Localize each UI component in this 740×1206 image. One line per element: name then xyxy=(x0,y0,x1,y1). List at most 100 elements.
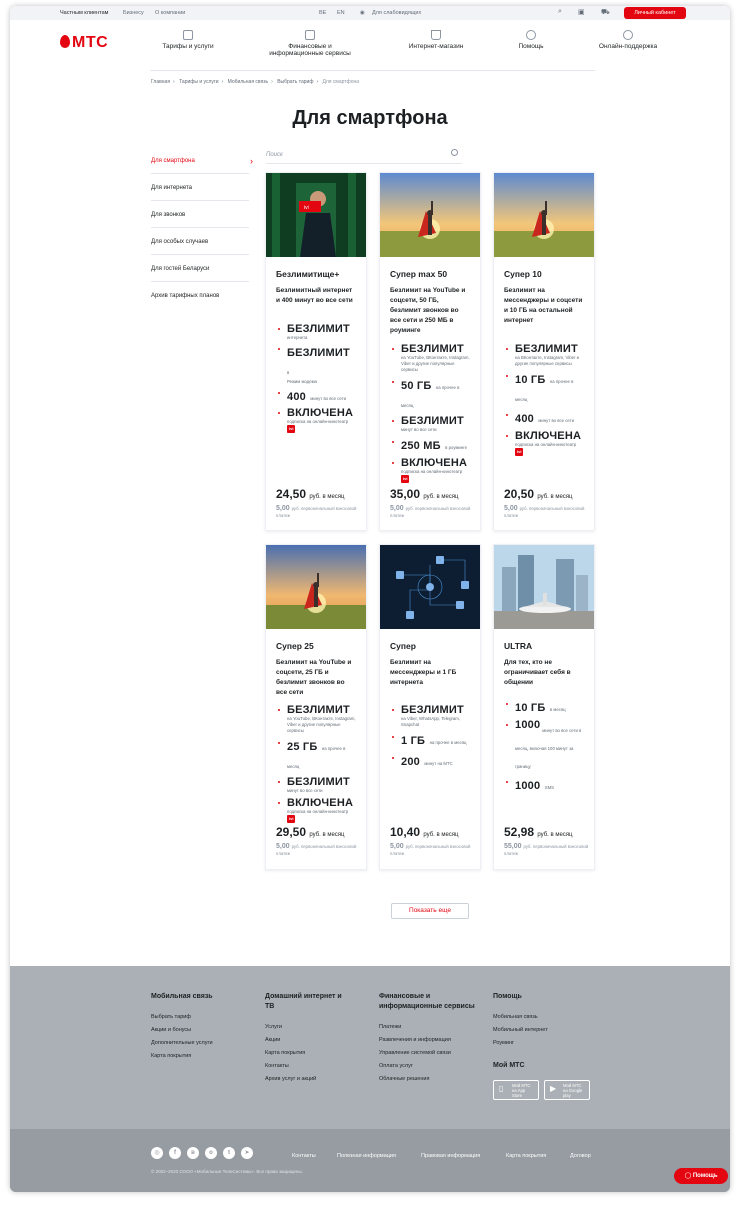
crumb-current: Для смартфона xyxy=(322,79,360,85)
telegram-icon[interactable]: ➤ xyxy=(241,1147,253,1159)
about-link[interactable]: О компании xyxy=(155,10,185,16)
feature: БЕЗЛИМИТ минут во все сети xyxy=(392,415,470,433)
crumb[interactable]: Тарифы и услуги xyxy=(179,79,218,85)
footer-link[interactable]: Акции и бонусы xyxy=(151,1027,231,1034)
footer-link[interactable]: Роуминг xyxy=(493,1040,593,1047)
nav-label: Интернет-магазин xyxy=(408,43,464,50)
play-icon: ▶ xyxy=(550,1084,557,1093)
cart-icon[interactable]: ⛟ xyxy=(601,8,610,17)
personal-cabinet-button[interactable]: Личный кабинет xyxy=(624,7,686,19)
feature: 400 минут во все сети xyxy=(506,409,584,427)
feature: ВКЛЮЧЕНА подписка на онлайн-кинотеатр ivi xyxy=(278,407,356,433)
feature: 250 МБ в роуминге xyxy=(392,436,470,454)
nav-label: Помощь xyxy=(518,43,544,50)
twitter-icon[interactable]: t xyxy=(223,1147,235,1159)
odnoklassniki-icon[interactable]: о xyxy=(205,1147,217,1159)
vk-icon[interactable]: в xyxy=(187,1147,199,1159)
sidebar-item-guests[interactable]: Для гостей Беларуси xyxy=(151,266,249,282)
footer-link-useful[interactable]: Полезная информация xyxy=(337,1153,396,1159)
ivi-logo: ivi xyxy=(287,425,296,433)
search-input[interactable]: Поиск xyxy=(266,146,462,164)
tariff-card[interactable]: Супер 10 Безлимит на мессенджеры и соцсе… xyxy=(493,172,595,531)
copyright: © 2002–2020 СООО «Мобильные ТелеСистемы»… xyxy=(151,1169,303,1174)
tariff-description: Безлимит на YouTube и соцсети, 50 ГБ, бе… xyxy=(390,287,466,334)
app-store-button[interactable]: ▯ Мой МТС на App Store xyxy=(493,1080,539,1100)
footer-link[interactable]: Управление системой связи xyxy=(379,1050,475,1057)
sidebar-item-internet[interactable]: Для интернета xyxy=(151,185,249,201)
lang-be[interactable]: BE xyxy=(319,10,326,16)
nav-finance[interactable]: Финансовые и информационные сервисы xyxy=(265,30,355,57)
footer-link-contract[interactable]: Договор xyxy=(570,1153,591,1159)
footer-link-legal[interactable]: Правовая информация xyxy=(421,1153,480,1159)
wallet-icon[interactable]: ▣ xyxy=(578,8,585,16)
sidebar-item-smartphone[interactable]: Для смартфона › xyxy=(151,156,253,174)
sidebar-item-special[interactable]: Для особых случаев xyxy=(151,239,249,255)
footer-link[interactable]: Контакты xyxy=(265,1063,345,1070)
lang-en[interactable]: EN xyxy=(337,10,345,16)
tariff-description: Для тех, кто не ограничивает себя в обще… xyxy=(504,659,571,686)
document-icon xyxy=(305,30,315,40)
footer-heading: Домашний интернет и ТВ xyxy=(265,993,342,1010)
footer-link[interactable]: Карта покрытия xyxy=(151,1053,231,1060)
footer-link-coverage[interactable]: Карта покрытия xyxy=(506,1153,546,1159)
tariff-initial-fee: 5,00 руб. первоначальный взносовой плате… xyxy=(276,505,357,518)
crumb[interactable]: Главная xyxy=(151,79,170,85)
facebook-icon[interactable]: f xyxy=(169,1147,181,1159)
footer-heading: Финансовые и информационные сервисы xyxy=(379,993,475,1010)
search-icon[interactable] xyxy=(451,149,458,156)
nav-tariffs[interactable]: Тарифы и услуги xyxy=(158,30,218,50)
footer-link[interactable]: Мобильный интернет xyxy=(493,1027,593,1034)
footer-link[interactable]: Платежи xyxy=(379,1024,475,1031)
tariff-card[interactable]: Супер max 50 Безлимит на YouTube и соцсе… xyxy=(379,172,481,531)
accessibility-link[interactable]: Для слабовидящих xyxy=(372,10,421,16)
tariff-initial-fee: 5,00 руб. первоначальный взносовой плате… xyxy=(504,505,585,518)
google-play-button[interactable]: ▶ Мой МТС на Google play xyxy=(544,1080,590,1100)
footer-link[interactable]: Архив услуг и акций xyxy=(265,1076,345,1083)
tariff-initial-fee: 55,00 руб. первоначальный взносовой плат… xyxy=(504,843,589,856)
nav-label: Тарифы и услуги xyxy=(162,43,214,50)
feature: ВКЛЮЧЕНА подписка на онлайн-кинотеатр ivi xyxy=(278,797,356,823)
sidebar-item-calls[interactable]: Для звонков xyxy=(151,212,249,228)
footer-link[interactable]: Мобильная связь xyxy=(493,1014,593,1021)
tariff-card[interactable]: ULTRA Для тех, кто не ограничивает себя … xyxy=(493,544,595,870)
footer-link[interactable]: Акции xyxy=(265,1037,345,1044)
footer-link[interactable]: Облачные решения xyxy=(379,1076,475,1083)
footer-link[interactable]: Развлечения и информация xyxy=(379,1037,475,1044)
feature: БЕЗЛИМИТ на ВКонтакте, Instagram, Viber и… xyxy=(506,343,584,367)
chevron-right-icon: › xyxy=(250,156,253,166)
crumb[interactable]: Выбрать тариф xyxy=(277,79,313,85)
tariff-image xyxy=(266,545,366,629)
feature: 50 ГБ на прочее в месяц xyxy=(392,376,470,412)
tariff-price: 52,98 руб. в месяц xyxy=(504,825,573,839)
tariff-card[interactable]: Супер 25 Безлимит на YouTube и соцсети, … xyxy=(265,544,367,870)
footer-link[interactable]: Дополнительные услуги xyxy=(151,1040,231,1047)
tariff-title: ULTRA xyxy=(504,641,533,651)
mts-logo[interactable]: МТС xyxy=(60,34,108,52)
crumb[interactable]: Мобильная связь xyxy=(228,79,269,85)
ivi-logo: ivi xyxy=(401,475,410,483)
nav-shop[interactable]: Интернет-магазин xyxy=(406,30,466,50)
show-more-button[interactable]: Показать еще xyxy=(391,903,469,919)
feature: 200 минут на МТС xyxy=(392,752,470,770)
tariff-card[interactable]: Супер Безлимит на мессенджеры и 1 ГБ инт… xyxy=(379,544,481,870)
search-icon[interactable]: ⌕ xyxy=(558,8,562,16)
business-link[interactable]: Бизнесу xyxy=(123,10,144,16)
footer-link[interactable]: Услуги xyxy=(265,1024,345,1031)
footer-link-contacts[interactable]: Контакты xyxy=(292,1153,316,1159)
instagram-icon[interactable]: ◎ xyxy=(151,1147,163,1159)
breadcrumb: Главная › Тарифы и услуги › Мобильная связ… xyxy=(151,79,360,85)
logo-text: МТС xyxy=(72,34,109,51)
help-chat-button[interactable]: ◯ Помощь xyxy=(674,1168,728,1184)
footer-column-home: Домашний интернет и ТВ Услуги Акции Карт… xyxy=(265,992,345,1089)
nav-support[interactable]: Онлайн-поддержка xyxy=(594,30,662,50)
tariff-card[interactable]: ivi Безлимитище+ Безлимитный интернет и … xyxy=(265,172,367,531)
tariff-title: Супер 25 xyxy=(276,641,314,651)
tariff-image xyxy=(494,173,594,257)
feature: 10 ГБ в месяц xyxy=(506,698,584,716)
footer-link[interactable]: Карта покрытия xyxy=(265,1050,345,1057)
footer-link[interactable]: Оплата услуг xyxy=(379,1063,475,1070)
sidebar-item-archive[interactable]: Архив тарифных планов xyxy=(151,293,249,308)
nav-help[interactable]: Помощь xyxy=(506,30,556,50)
footer-link[interactable]: Выбрать тариф xyxy=(151,1014,231,1021)
private-clients-link[interactable]: Частным клиентам xyxy=(60,10,108,16)
